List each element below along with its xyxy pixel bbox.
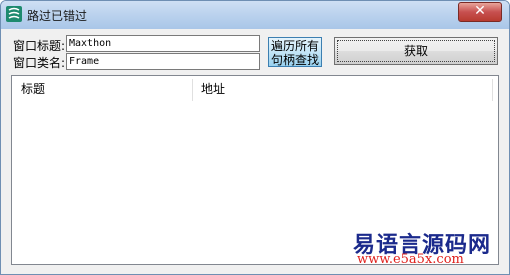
enum-handles-label-line1: 遍历所有 <box>270 39 319 53</box>
enum-handles-button[interactable]: 遍历所有 句柄查找 <box>268 37 322 67</box>
window-title: 路过已错过 <box>27 9 88 23</box>
window-class-input[interactable]: Frame <box>66 53 260 70</box>
column-header-title[interactable]: 标题 <box>12 76 192 101</box>
enum-handles-label-line2: 句柄查找 <box>270 53 319 67</box>
watermark-url: www.e5a5x.com <box>357 252 464 267</box>
window-title-label: 窗口标题: <box>13 39 66 53</box>
close-button[interactable]: ✕ <box>458 2 502 22</box>
window-title-input[interactable]: Maxthon <box>66 35 260 52</box>
get-button[interactable]: 获取 <box>334 37 498 65</box>
app-icon <box>6 6 22 22</box>
close-icon: ✕ <box>474 3 486 19</box>
column-separator[interactable] <box>492 79 493 101</box>
main-window: 路过已错过 ✕ 窗口标题: Maxthon 窗口类名: Frame 遍历所有 句… <box>0 0 510 275</box>
title-bar[interactable]: 路过已错过 ✕ <box>1 1 509 29</box>
window-class-label: 窗口类名: <box>13 56 66 70</box>
column-header-address[interactable]: 地址 <box>192 76 492 101</box>
